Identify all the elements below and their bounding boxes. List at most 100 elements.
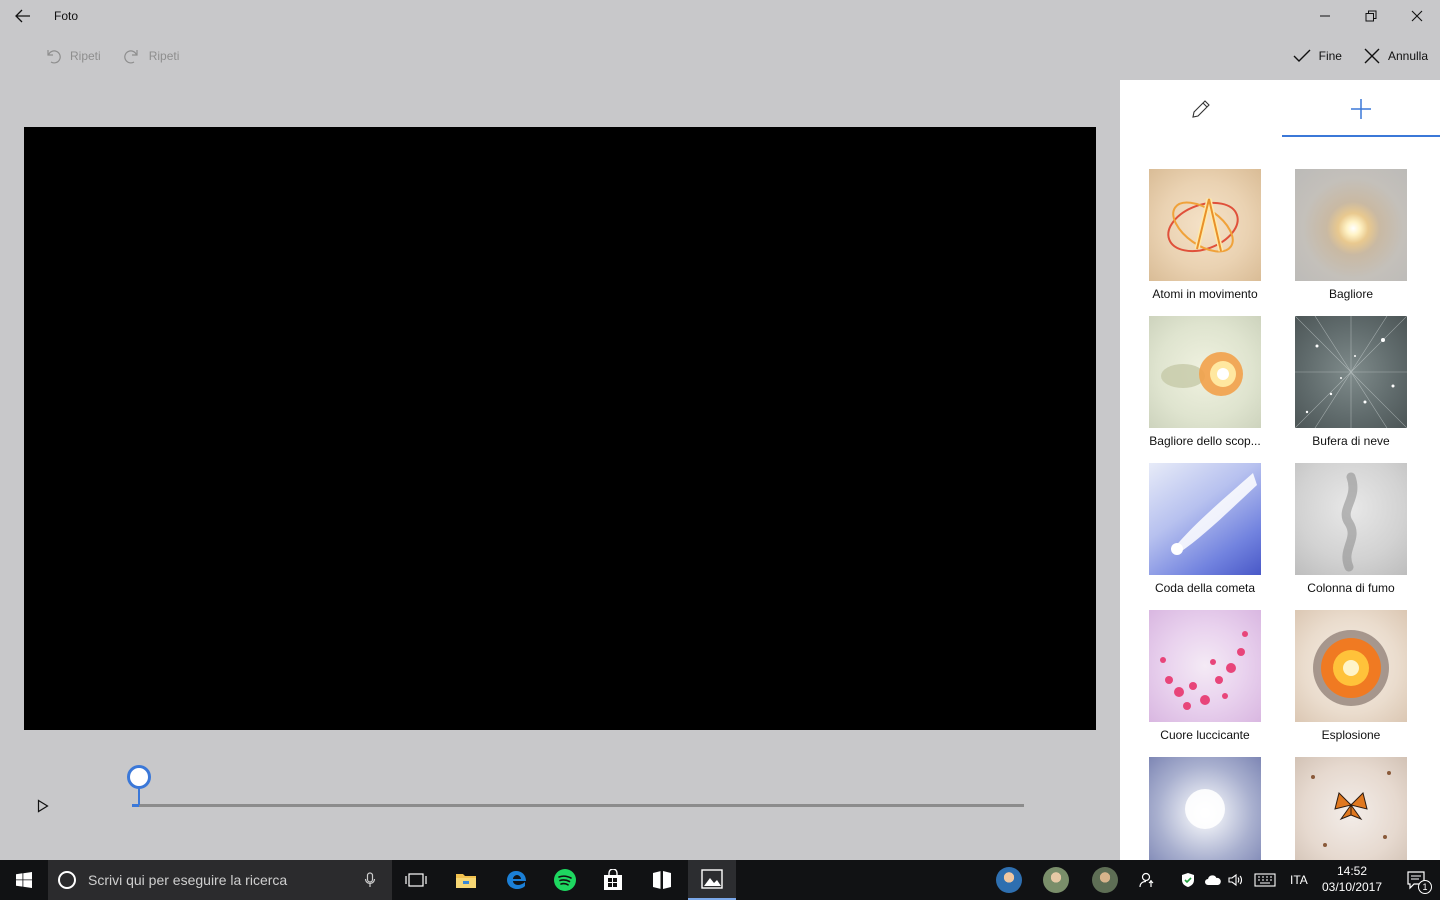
effect-thumbnail [1295,169,1407,281]
microphone-icon[interactable] [364,872,376,888]
redo-button[interactable]: Ripeti [123,44,180,68]
atoms-graphic [1167,198,1239,253]
checkmark-icon [1293,49,1311,62]
effect-cuore-luccicante[interactable]: Cuore luccicante [1149,610,1261,748]
clock[interactable]: 14:52 03/10/2017 [1312,863,1392,895]
taskbar-photos[interactable] [688,860,736,900]
clock-time: 14:52 [1336,864,1368,878]
effect-butterflies[interactable] [1295,757,1407,860]
smoke-graphic [1341,472,1358,572]
effect-colonna-di-fumo[interactable]: Colonna di fumo [1295,463,1407,601]
spotify-icon [554,869,576,891]
selected-tab-indicator [1282,135,1440,137]
clock-date: 03/10/2017 [1321,880,1383,894]
undo-button[interactable]: Ripeti [44,44,101,68]
play-button[interactable] [34,797,52,815]
undo-label: Ripeti [70,49,101,63]
effect-thumbnail [1295,463,1407,575]
plus-icon [1351,99,1371,119]
effect-atomi-in-movimento[interactable]: Atomi in movimento [1149,169,1261,307]
photos-icon [701,869,723,889]
back-button[interactable] [10,4,36,28]
taskbar-spotify[interactable] [541,860,589,900]
cancel-label: Annulla [1387,49,1428,63]
snowstorm-graphic [1295,316,1407,428]
sparkle-graphic [1185,789,1225,829]
cloud-icon [1205,875,1221,885]
minimize-button[interactable] [1302,0,1348,32]
back-arrow-icon [15,9,30,23]
close-icon [1411,10,1423,22]
undo-icon [47,50,61,64]
folder-icon [456,874,476,888]
effect-label: Cuore luccicante [1160,728,1250,742]
onedrive-tray[interactable] [1200,860,1226,900]
effect-coda-della-cometa[interactable]: Coda della cometa [1149,463,1261,601]
explosion-graphic [1313,630,1389,706]
taskbar-search-box[interactable]: Scrivi qui per eseguire la ricerca [48,860,392,900]
effect-thumbnail [1149,610,1261,722]
redo-label: Ripeti [148,49,180,63]
cancel-button[interactable]: Annulla [1364,44,1428,68]
effect-esplosione[interactable]: Esplosione [1295,610,1407,748]
playhead-stem [138,788,140,805]
app-tiles-icon [653,871,671,889]
cortana-icon [58,871,76,889]
people-avatar-3[interactable] [1092,867,1118,893]
effect-label: Bufera di neve [1312,434,1390,448]
done-button[interactable]: Fine [1293,44,1342,68]
volume-tray[interactable] [1224,860,1248,900]
play-icon [37,799,49,813]
effect-label: Coda della cometa [1154,581,1256,595]
notification-count-badge: 1 [1418,880,1432,894]
taskbar-app-tiles[interactable] [638,860,686,900]
effect-thumbnail [1295,610,1407,722]
edge-icon [507,871,526,889]
effect-label: Bagliore [1328,287,1374,301]
effect-label: Colonna di fumo [1307,581,1395,595]
defender-tray[interactable] [1176,860,1200,900]
taskbar-edge[interactable] [492,860,540,900]
shield-icon [1182,873,1194,887]
effect-bufera-di-neve[interactable]: Bufera di neve [1295,316,1407,454]
effect-thumbnail [1295,757,1407,860]
redo-icon [123,50,138,64]
cancel-x-icon [1364,48,1380,64]
input-language[interactable]: ITA [1290,873,1308,887]
action-toolbar: Fine Annulla [1293,44,1428,68]
people-avatar-2[interactable] [1043,867,1069,893]
app-title: Foto [54,9,79,23]
speaker-icon [1228,873,1243,887]
touch-keyboard-tray[interactable] [1250,860,1280,900]
people-button[interactable] [1128,860,1168,900]
effects-panel: Atomi in movimento Bagliore Bagliore del… [1120,80,1440,860]
taskbar-store[interactable] [589,860,637,900]
people-icon [1139,872,1154,888]
burst-graphic [1161,352,1243,396]
timeline-track[interactable] [132,804,1024,807]
comet-graphic [1171,473,1257,555]
taskbar: Scrivi qui per eseguire la ricerca ITA 1… [0,860,1440,900]
effect-thumbnail [1149,463,1261,575]
store-bag-icon [604,869,622,890]
tab-add-effects[interactable] [1282,80,1440,138]
windows-logo-icon [16,872,32,888]
start-button[interactable] [0,860,48,900]
effect-thumbnail [1149,757,1261,860]
close-button[interactable] [1394,0,1440,32]
restore-icon [1365,10,1377,22]
keyboard-icon [1254,873,1276,887]
taskbar-file-explorer[interactable] [442,860,490,900]
effect-bagliore[interactable]: Bagliore [1295,169,1407,307]
minimize-icon [1320,15,1330,17]
action-center-button[interactable]: 1 [1392,860,1440,900]
effect-bagliore-dello-scoppio[interactable]: Bagliore dello scop... [1149,316,1261,454]
effect-sparkle[interactable] [1149,757,1261,860]
tab-edit[interactable] [1120,80,1282,138]
title-bar: Foto [0,0,1440,32]
people-avatar-1[interactable] [996,867,1022,893]
video-preview[interactable] [24,127,1096,730]
restore-button[interactable] [1348,0,1394,32]
task-view-button[interactable] [392,860,440,900]
playhead-handle[interactable] [127,765,151,789]
